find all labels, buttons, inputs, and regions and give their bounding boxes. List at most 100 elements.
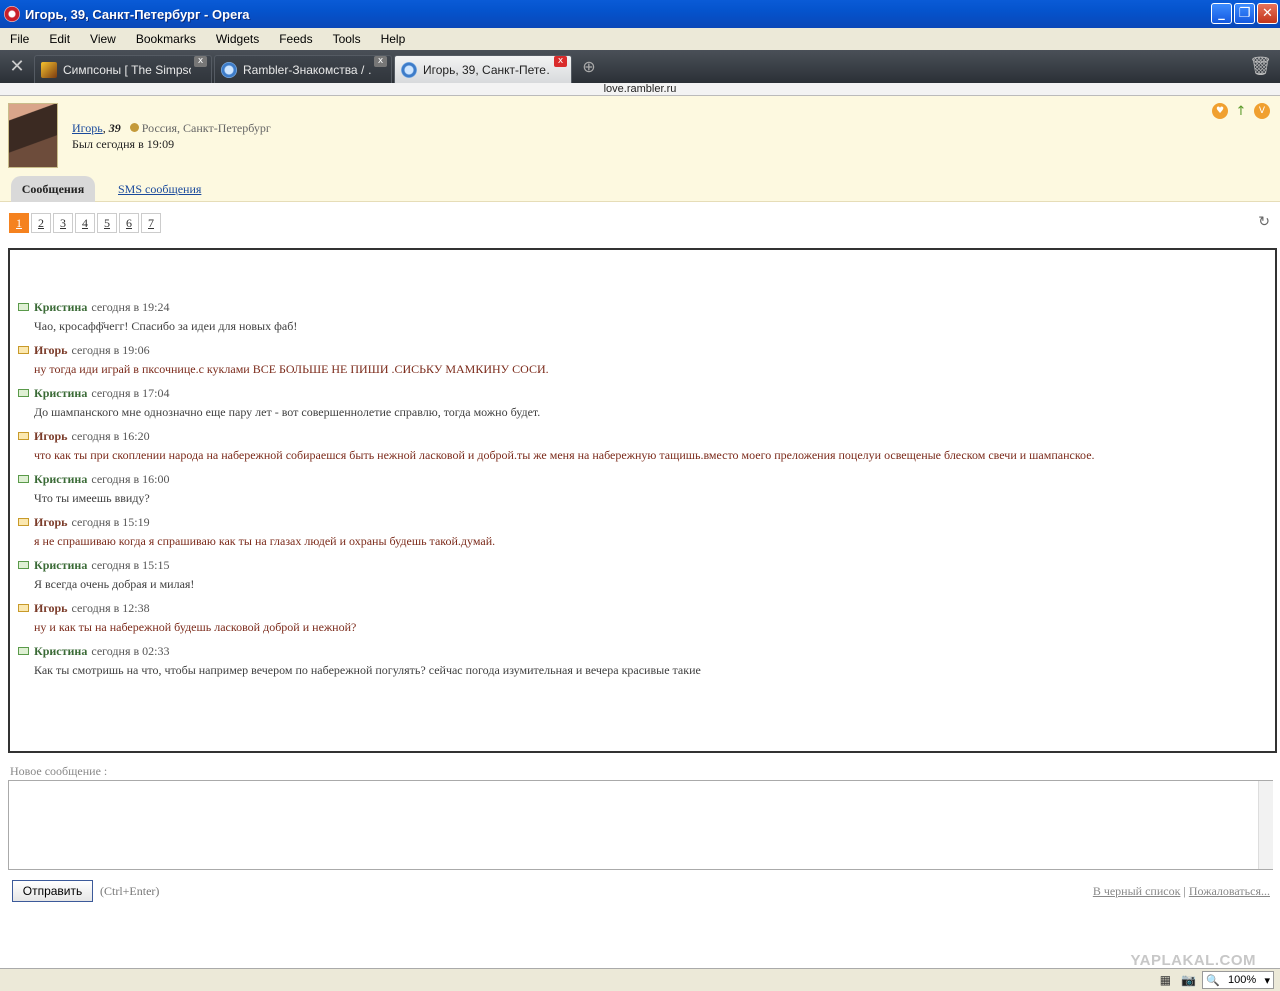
- message-author: Кристина: [34, 471, 88, 486]
- message-list: Кристина сегодня в 19:24 Чао, кросафф̆чег…: [8, 248, 1277, 753]
- menu-feeds[interactable]: Feeds: [279, 32, 312, 46]
- status-icons: ▦ 📷: [1160, 973, 1196, 987]
- message-text: ну и как ты на набережной будешь ласково…: [34, 620, 357, 634]
- message-text: До шампанского мне однозначно еще пару л…: [34, 405, 541, 419]
- menu-help[interactable]: Help: [381, 32, 406, 46]
- cache-icon[interactable]: ▦: [1160, 973, 1171, 987]
- close-button[interactable]: ✕: [1257, 3, 1278, 24]
- message-time: сегодня в 15:19: [71, 514, 150, 529]
- zoom-icon: 🔍: [1206, 974, 1220, 987]
- tab-label: Rambler-Знакомства / …: [243, 62, 371, 77]
- tab-rambler[interactable]: Rambler-Знакомства / … x: [214, 55, 392, 83]
- simpsons-favicon-icon: [41, 61, 57, 78]
- minimize-button[interactable]: _: [1211, 3, 1232, 24]
- plus-icon[interactable]: ⊕: [574, 50, 604, 83]
- tab-sms[interactable]: SMS сообщения: [118, 182, 201, 197]
- avatar[interactable]: [8, 103, 58, 168]
- menu-view[interactable]: View: [90, 32, 116, 46]
- tab-messages[interactable]: Сообщения: [11, 176, 95, 202]
- message: Игорь сегодня в 12:38 ну и как ты на набе…: [18, 599, 356, 636]
- status-bar: ▦ 📷 🔍 100% ▾: [0, 968, 1280, 991]
- profile-name-link[interactable]: Игорь: [72, 121, 103, 135]
- message-time: сегодня в 02:33: [91, 643, 170, 658]
- new-message-input[interactable]: [8, 780, 1273, 870]
- message-text: Я всегда очень добрая и милая!: [34, 577, 195, 591]
- pagination: 1 2 3 4 5 6 7: [9, 213, 163, 233]
- message-time: сегодня в 12:38: [71, 600, 150, 615]
- profile-actions: ♥ ↑ V: [1212, 103, 1270, 119]
- envelope-yellow-icon: [18, 346, 29, 354]
- message: Кристина сегодня в 15:15 Я всегда очень д…: [18, 556, 194, 593]
- message-text: Как ты смотришь на что, чтобы например в…: [34, 663, 701, 677]
- message-author: Кристина: [34, 643, 88, 658]
- menu-edit[interactable]: Edit: [49, 32, 70, 46]
- address-bar[interactable]: love.rambler.ru: [0, 83, 1280, 96]
- window-title: Игорь, 39, Санкт-Петербург - Opera: [25, 6, 250, 22]
- page-1[interactable]: 1: [9, 213, 29, 233]
- envelope-green-icon: [18, 303, 29, 311]
- upload-arrow-icon[interactable]: ↑: [1233, 103, 1249, 119]
- message: Кристина сегодня в 02:33 Как ты смотришь …: [18, 642, 701, 679]
- title-bar: Игорь, 39, Санкт-Петербург - Opera _ ❐ ✕: [0, 0, 1280, 28]
- message: Игорь сегодня в 15:19 я не спрашиваю когд…: [18, 513, 495, 550]
- page-6[interactable]: 6: [119, 213, 139, 233]
- message: Игорь сегодня в 19:06 ну тогда иди играй …: [18, 341, 549, 378]
- page-2[interactable]: 2: [31, 213, 51, 233]
- heart-icon[interactable]: ♥: [1212, 103, 1228, 119]
- complain-link[interactable]: Пожаловаться...: [1189, 884, 1270, 898]
- tab-simpsons[interactable]: Симпсоны [ The Simpso… x: [34, 55, 212, 83]
- menu-tools[interactable]: Tools: [333, 32, 361, 46]
- vip-icon[interactable]: V: [1254, 103, 1270, 119]
- message-text: Чао, кросафф̆чегг! Спасибо за идеи для н…: [34, 319, 298, 333]
- menu-bar: File Edit View Bookmarks Widgets Feeds T…: [0, 28, 1280, 50]
- page-7[interactable]: 7: [141, 213, 161, 233]
- refresh-icon[interactable]: ↻: [1258, 214, 1270, 230]
- envelope-green-icon: [18, 647, 29, 655]
- menu-file[interactable]: File: [10, 32, 29, 46]
- tab-close-icon[interactable]: x: [194, 56, 207, 67]
- menu-widgets[interactable]: Widgets: [216, 32, 259, 46]
- zoom-value: 100%: [1228, 974, 1257, 986]
- message-time: сегодня в 19:24: [91, 299, 170, 314]
- message-author: Игорь: [34, 514, 68, 529]
- blacklist-link[interactable]: В черный список: [1093, 884, 1181, 898]
- menu-bookmarks[interactable]: Bookmarks: [136, 32, 196, 46]
- tab-close-icon[interactable]: x: [554, 56, 567, 67]
- opera-icon[interactable]: [4, 6, 20, 22]
- page-3[interactable]: 3: [53, 213, 73, 233]
- tab-profile[interactable]: Игорь, 39, Санкт-Пете… x: [394, 55, 572, 83]
- profile-name: Игорь, 39 Россия, Санкт-Петербург: [72, 121, 271, 136]
- chevron-down-icon[interactable]: ▾: [1264, 974, 1270, 987]
- page-5[interactable]: 5: [97, 213, 117, 233]
- camera-icon[interactable]: 📷: [1181, 973, 1196, 987]
- message-author: Игорь: [34, 600, 68, 615]
- tab-label: Игорь, 39, Санкт-Пете…: [423, 62, 551, 77]
- wrench-icon[interactable]: ✕: [0, 50, 34, 83]
- page-4[interactable]: 4: [75, 213, 95, 233]
- message: Кристина сегодня в 17:04 До шампанского м…: [18, 384, 540, 421]
- envelope-green-icon: [18, 475, 29, 483]
- profile-header: Игорь, 39 Россия, Санкт-Петербург Был се…: [0, 96, 1280, 202]
- message-author: Игорь: [34, 342, 68, 357]
- rambler-favicon-icon: [221, 61, 237, 78]
- trash-icon[interactable]: 🗑: [1249, 56, 1272, 77]
- envelope-green-icon: [18, 561, 29, 569]
- tab-bar: ✕ Симпсоны [ The Simpso… x Rambler-Знако…: [0, 50, 1280, 83]
- profile-age: 39: [108, 121, 121, 135]
- new-message-label: Новое сообщение :: [10, 764, 108, 778]
- footer-links: В черный список | Пожаловаться...: [1093, 884, 1270, 899]
- envelope-green-icon: [18, 389, 29, 397]
- tab-close-icon[interactable]: x: [374, 56, 387, 67]
- restore-button[interactable]: ❐: [1234, 3, 1255, 24]
- message-author: Кристина: [34, 557, 88, 572]
- links-divider: |: [1183, 884, 1186, 898]
- message-author: Кристина: [34, 299, 88, 314]
- message-text: Что ты имеешь ввиду?: [34, 491, 150, 505]
- page-content: Игорь, 39 Россия, Санкт-Петербург Был се…: [0, 96, 1280, 969]
- message-time: сегодня в 16:00: [91, 471, 170, 486]
- message-author: Кристина: [34, 385, 88, 400]
- textarea-scrollbar[interactable]: [1258, 781, 1273, 869]
- zoom-control[interactable]: 🔍 100% ▾: [1202, 971, 1274, 989]
- send-button[interactable]: Отправить: [12, 880, 93, 902]
- message-text: я не спрашиваю когда я спрашиваю как ты …: [34, 534, 496, 548]
